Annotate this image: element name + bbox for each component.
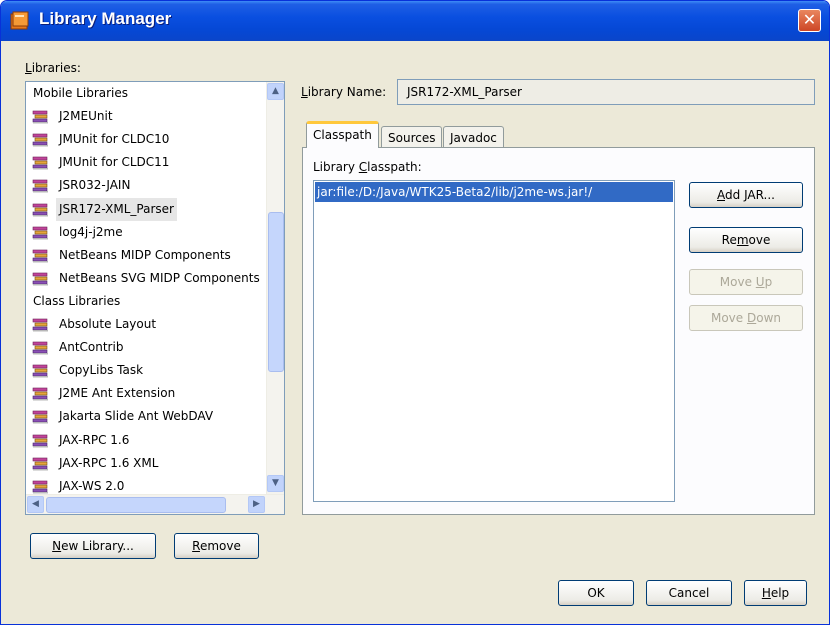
- library-books-icon: [32, 341, 48, 355]
- library-item-label: Absolute Layout: [59, 317, 157, 331]
- library-classpath-label: Library Classpath:: [313, 160, 422, 174]
- vertical-scroll-thumb[interactable]: [268, 212, 284, 372]
- library-books-icon: [32, 411, 48, 424]
- library-list-item[interactable]: J2ME Ant Extension: [26, 382, 266, 405]
- library-item-label: JMUnit for CLDC11: [59, 155, 170, 170]
- library-list-item[interactable]: JSR032-JAIN: [26, 174, 266, 197]
- library-item-label: JAX-WS 2.0: [59, 478, 125, 493]
- libraries-label: Libraries:: [25, 61, 81, 75]
- library-list-item[interactable]: NetBeans MIDP Components: [26, 244, 266, 267]
- folder-books-icon: [10, 11, 29, 30]
- library-item-label: AntContrib: [59, 340, 124, 355]
- scroll-down-button[interactable]: ▼: [267, 475, 284, 492]
- cancel-button[interactable]: Cancel: [646, 580, 732, 606]
- scroll-right-button[interactable]: ▶: [248, 496, 265, 513]
- scroll-up-button[interactable]: ▲: [267, 83, 284, 100]
- library-books-icon: [32, 133, 48, 147]
- new-library-button[interactable]: New Library...: [30, 533, 156, 559]
- library-books-icon: [32, 364, 48, 378]
- library-list-item[interactable]: AntContrib: [26, 336, 266, 359]
- close-button[interactable]: ✕: [798, 9, 821, 32]
- library-list-item[interactable]: Absolute Layout: [26, 313, 266, 336]
- library-books-icon: [32, 249, 48, 263]
- move-down-button[interactable]: Move Down: [689, 305, 803, 331]
- library-item-label: CopyLibs Task: [59, 363, 144, 378]
- ok-button[interactable]: OK: [558, 580, 634, 606]
- library-list-item[interactable]: JSR172-XML_Parser: [26, 197, 266, 221]
- libraries-items: Mobile Libraries J2MEUnit JMUnit for CLDC1…: [26, 82, 266, 494]
- library-name-field[interactable]: JSR172-XML_Parser: [397, 79, 815, 105]
- library-books-icon: [32, 387, 48, 401]
- scroll-left-button[interactable]: ◀: [27, 496, 44, 513]
- library-list-item[interactable]: JMUnit for CLDC10: [26, 128, 266, 151]
- library-books-icon: [32, 180, 48, 193]
- library-group-header[interactable]: Mobile Libraries: [26, 82, 266, 105]
- library-group-header[interactable]: Class Libraries: [26, 290, 266, 313]
- library-books-icon: [32, 434, 48, 447]
- chevron-left-icon: ◀: [32, 499, 39, 509]
- library-books-icon: [32, 318, 48, 332]
- library-item-label: JSR172-XML_Parser: [56, 197, 177, 221]
- library-manager-window: Library Manager ✕ Libraries: Mobile Libr…: [0, 0, 830, 625]
- library-list-item[interactable]: JMUnit for CLDC11: [26, 151, 266, 174]
- library-item-label: JAX-RPC 1.6 XML: [59, 455, 159, 470]
- library-item-label: Class Libraries: [33, 293, 121, 308]
- library-item-label: NetBeans SVG MIDP Components: [59, 270, 260, 285]
- horizontal-scroll-thumb[interactable]: [46, 497, 226, 513]
- remove-jar-button[interactable]: Remove: [689, 227, 803, 253]
- library-books-icon: [32, 457, 48, 471]
- library-list-item[interactable]: JAX-RPC 1.6 XML: [26, 452, 266, 475]
- library-item-label: JMUnit for CLDC10: [59, 132, 170, 147]
- remove-library-button[interactable]: Remove: [174, 533, 259, 559]
- library-item-label: JAX-RPC 1.6: [59, 432, 130, 447]
- chevron-right-icon: ▶: [253, 499, 260, 509]
- remove-library-label: emove: [199, 539, 241, 553]
- library-books-icon: [32, 272, 48, 286]
- library-item-label: J2MEUnit: [59, 109, 113, 124]
- library-books-icon: [32, 226, 48, 240]
- library-item-label: Jakarta Slide Ant WebDAV: [59, 409, 214, 424]
- library-books-icon: [32, 156, 48, 170]
- library-list-item[interactable]: JAX-RPC 1.6: [26, 429, 266, 452]
- help-button[interactable]: Help: [744, 580, 807, 606]
- library-list-item[interactable]: NetBeans SVG MIDP Components: [26, 267, 266, 290]
- tab-classpath[interactable]: Classpath: [306, 121, 379, 148]
- classpath-list[interactable]: jar:file:/D:/Java/WTK25-Beta2/lib/j2me-w…: [313, 180, 675, 502]
- move-up-button[interactable]: Move Up: [689, 269, 803, 295]
- library-books-icon: [32, 480, 48, 494]
- library-books-icon: [32, 203, 48, 216]
- library-list-item[interactable]: log4j-j2me: [26, 221, 266, 244]
- library-item-label: Mobile Libraries: [33, 86, 129, 100]
- libraries-list[interactable]: Mobile Libraries J2MEUnit JMUnit for CLDC1…: [25, 81, 285, 515]
- chevron-up-icon: ▲: [272, 86, 279, 96]
- library-item-label: NetBeans MIDP Components: [59, 247, 231, 262]
- title-bar[interactable]: Library Manager ✕: [1, 1, 829, 41]
- horizontal-scrollbar[interactable]: ◀ ▶: [26, 494, 284, 514]
- library-list-item[interactable]: J2MEUnit: [26, 105, 266, 128]
- library-item-label: JSR032-JAIN: [59, 178, 131, 193]
- library-books-icon: [32, 110, 48, 124]
- chevron-down-icon: ▼: [272, 478, 279, 488]
- library-list-item[interactable]: JAX-WS 2.0: [26, 475, 266, 494]
- library-item-label: log4j-j2me: [59, 224, 123, 239]
- library-item-label: J2ME Ant Extension: [59, 386, 176, 401]
- library-list-item[interactable]: Jakarta Slide Ant WebDAV: [26, 405, 266, 428]
- classpath-entry[interactable]: jar:file:/D:/Java/WTK25-Beta2/lib/j2me-w…: [315, 182, 673, 202]
- new-library-label: ew Library...: [61, 539, 134, 553]
- library-name-label: Library Name:: [301, 85, 387, 99]
- library-list-item[interactable]: CopyLibs Task: [26, 359, 266, 382]
- add-jar-button[interactable]: Add JAR...: [689, 182, 803, 208]
- close-icon: ✕: [802, 10, 817, 29]
- window-title: Library Manager: [39, 9, 172, 28]
- vertical-scrollbar[interactable]: ▲ ▼: [266, 82, 284, 494]
